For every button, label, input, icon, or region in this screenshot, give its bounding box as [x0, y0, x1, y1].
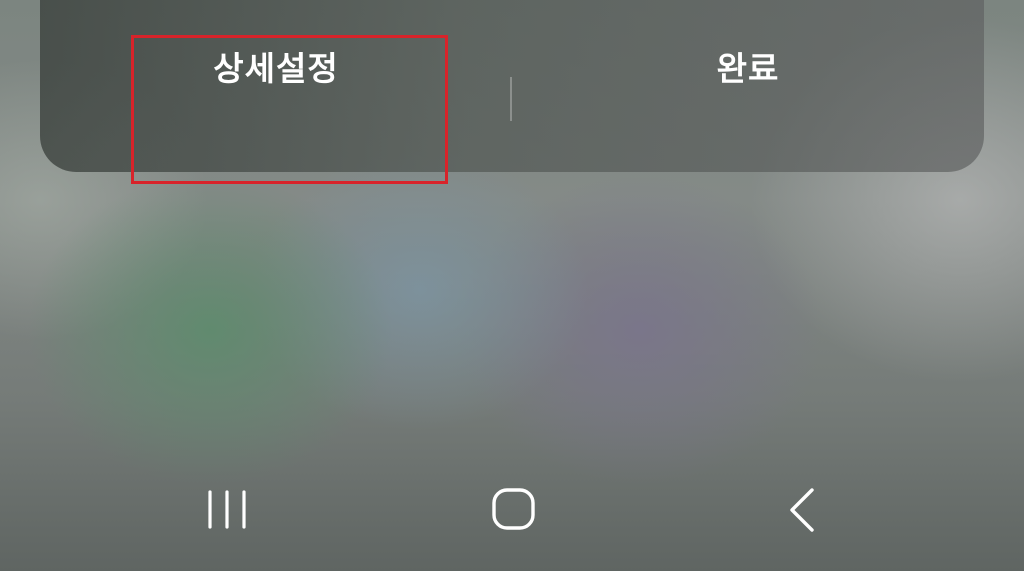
advanced-settings-label: 상세설정 — [213, 49, 339, 88]
back-button[interactable] — [742, 460, 862, 560]
dialog-action-bar: 상세설정 완료 — [40, 0, 984, 172]
done-label: 완료 — [716, 49, 780, 88]
back-icon — [790, 488, 814, 532]
recent-apps-icon — [208, 490, 246, 529]
home-icon — [492, 488, 535, 530]
done-button[interactable]: 완료 — [512, 0, 984, 132]
recent-apps-button[interactable] — [168, 460, 288, 560]
advanced-settings-button[interactable]: 상세설정 — [40, 0, 512, 132]
navigation-bar — [0, 460, 1024, 560]
home-button[interactable] — [454, 460, 574, 560]
